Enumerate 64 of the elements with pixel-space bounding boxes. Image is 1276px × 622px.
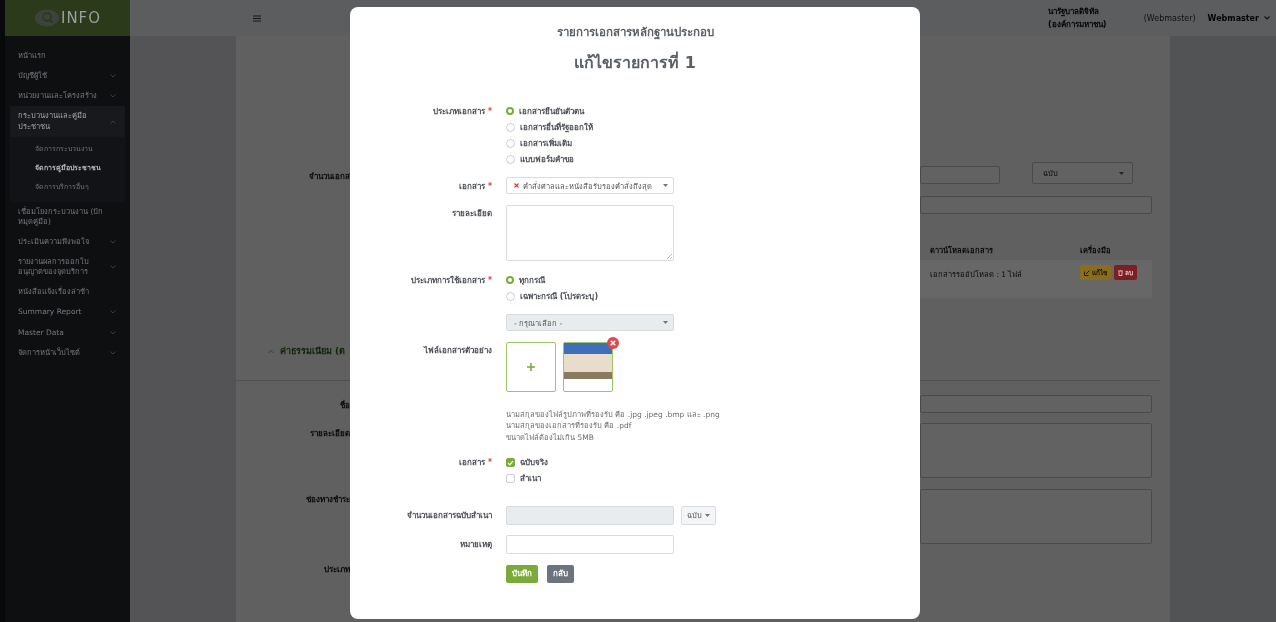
radio-option[interactable]: แบบฟอร์มคำขอ [506,151,578,167]
input-field[interactable] [920,196,1152,214]
form-label: รายละเอียด [309,428,350,440]
chevron-icon [268,348,274,354]
file-thumbnail[interactable] [563,342,613,392]
form-label: จำนวนเอกสารฉบับสำเนา [407,509,492,522]
radio-option[interactable]: เฉพาะกรณี (โปรดระบุ) [506,288,603,304]
section-header[interactable]: ค่าธรรมเนียม (ต [231,340,345,358]
remove-icon[interactable] [607,337,619,349]
input-field[interactable] [920,395,1152,413]
user-role: (Webmaster) [1143,13,1196,23]
magnifier-logo-icon [33,9,60,27]
save-button[interactable]: บันทึก [506,564,538,583]
form-label: จำนวนเอกส [308,171,350,183]
form-label: ประเภทการใช้เอกสาร [411,275,485,287]
organization-name: นารัฐบาลดิจิทัล (องค์การมหาชน) [1048,6,1108,31]
resize-grip-icon[interactable] [666,253,672,259]
checkbox[interactable] [506,474,515,484]
back-button[interactable]: กลับ [547,564,574,583]
radio-button[interactable] [506,276,514,284]
radio-option[interactable]: เอกสารอื่นที่รัฐออกให้ [506,119,597,135]
form-label: ชื่อ [339,399,350,412]
checkbox-option[interactable]: สำเนา [506,470,545,487]
chevron-icon [110,265,116,270]
plus-icon [527,363,535,371]
form-label: ประเภทเอกสาร [433,106,485,118]
checkbox[interactable] [506,458,515,468]
text-area[interactable] [920,423,1152,478]
modal-title: รายการเอกสารหลักฐานประกอบ [555,24,715,41]
edit-icon [1084,269,1090,276]
radio-option[interactable]: เอกสารเพิ่มเติม [506,135,576,151]
form-label: รายละเอียด [452,208,492,220]
radio-option[interactable]: ทุกกรณี [506,272,549,288]
menu-icon[interactable] [253,14,261,22]
chevron-icon [110,74,116,79]
input-field[interactable] [920,166,1000,184]
user-menu[interactable]: Webmaster [1207,13,1276,23]
form-label: เอกสาร [459,181,485,193]
chevron-icon [110,239,116,244]
chevron-icon [110,350,116,355]
modal-heading: แก้ไขรายการที่ 1 [573,50,697,74]
radio-button[interactable] [506,107,514,115]
trash-icon [1118,269,1123,276]
add-file-button[interactable] [506,342,556,392]
chevron-icon [110,119,116,124]
radio-option[interactable]: เอกสารยืนยันตัวตน [506,103,588,119]
form-label: ประเภท [323,564,350,576]
caret-icon [1119,171,1124,175]
form-label: เอกสาร [459,456,485,469]
form-label: ช่องทางชำระ [305,494,350,506]
text-area[interactable] [920,489,1152,544]
caret-icon [663,321,668,324]
caret-icon [663,184,668,187]
form-label: หมายเหตุ [460,538,492,551]
chevron-icon [110,330,116,335]
caret-icon [1264,16,1270,20]
logo[interactable]: INFO [5,0,130,36]
caret-icon [705,513,710,517]
chevron-icon [110,94,116,99]
chevron-icon [110,310,116,315]
photo-placeholder [564,343,612,379]
clear-icon[interactable] [514,183,519,188]
checkbox-option[interactable]: ฉบับจริง [506,454,552,471]
form-label: ไฟล์เอกสารตัวอย่าง [424,344,492,357]
